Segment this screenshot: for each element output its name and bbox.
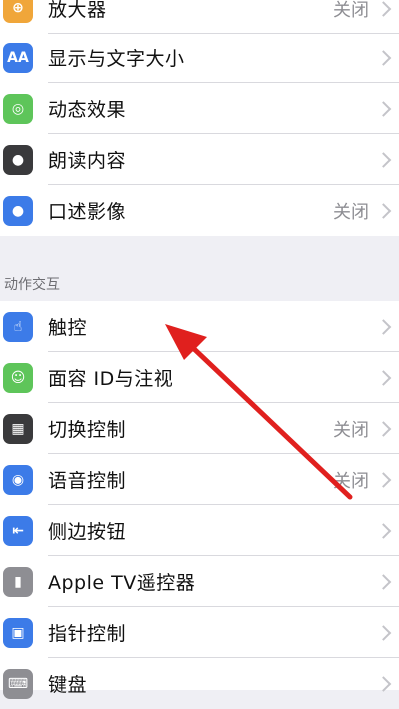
chevron-right-icon bbox=[375, 318, 392, 335]
row-label: 面容 ID与注视 bbox=[48, 368, 174, 390]
chevron-right-icon bbox=[375, 202, 392, 219]
row-label: 动态效果 bbox=[48, 99, 127, 121]
chevron-right-icon bbox=[375, 0, 392, 17]
row-value: 关闭 bbox=[333, 0, 369, 21]
row-label: 放大器 bbox=[48, 0, 107, 21]
row-value: 关闭 bbox=[333, 201, 369, 223]
row-value: 关闭 bbox=[333, 419, 369, 441]
voice-control-icon: ◉ bbox=[3, 464, 33, 495]
interaction-group: ☝ 触控 ☺ 面容 ID与注视 ▦ 切换控制 关闭 ◉ 语音控制 关闭 ⇤ 侧边… bbox=[0, 301, 399, 699]
row-label: Apple TV遥控器 bbox=[48, 572, 196, 594]
tv-remote-icon: ▮ bbox=[3, 566, 33, 597]
row-value: 关闭 bbox=[333, 470, 369, 492]
row-pointer-control[interactable]: ▣ 指针控制 bbox=[0, 607, 399, 658]
row-motion[interactable]: ◎ 动态效果 bbox=[0, 83, 399, 134]
hand-touch-icon: ☝ bbox=[3, 311, 33, 342]
keyboard-icon: ⌨ bbox=[3, 668, 33, 699]
chevron-right-icon bbox=[375, 522, 392, 539]
magnifier-icon: ⊕ bbox=[3, 0, 33, 23]
chevron-right-icon bbox=[375, 49, 392, 66]
row-touch[interactable]: ☝ 触控 bbox=[0, 301, 399, 352]
row-display-text-size[interactable]: AA 显示与文字大小 bbox=[0, 32, 399, 83]
text-size-icon: AA bbox=[3, 42, 33, 73]
chevron-right-icon bbox=[375, 151, 392, 168]
vision-group: ⊕ 放大器 关闭 AA 显示与文字大小 ◎ 动态效果 ● 朗读内容 ● 口述影像… bbox=[0, 0, 399, 236]
chevron-right-icon bbox=[375, 624, 392, 641]
row-label: 显示与文字大小 bbox=[48, 48, 185, 70]
chevron-right-icon bbox=[375, 573, 392, 590]
side-button-icon: ⇤ bbox=[3, 515, 33, 546]
row-spoken-content[interactable]: ● 朗读内容 bbox=[0, 134, 399, 185]
row-audio-description[interactable]: ● 口述影像 关闭 bbox=[0, 185, 399, 236]
motion-icon: ◎ bbox=[3, 93, 33, 124]
row-side-button[interactable]: ⇤ 侧边按钮 bbox=[0, 505, 399, 556]
row-label: 指针控制 bbox=[48, 623, 127, 645]
chevron-right-icon bbox=[375, 369, 392, 386]
row-label: 切换控制 bbox=[48, 419, 127, 441]
speech-bubble-icon: ● bbox=[3, 144, 33, 175]
row-apple-tv-remote[interactable]: ▮ Apple TV遥控器 bbox=[0, 556, 399, 607]
chevron-right-icon bbox=[375, 675, 392, 692]
row-label: 语音控制 bbox=[48, 470, 127, 492]
section-header: 动作交互 bbox=[4, 277, 60, 293]
row-label: 口述影像 bbox=[48, 201, 127, 223]
row-label: 触控 bbox=[48, 317, 88, 339]
row-voice-control[interactable]: ◉ 语音控制 关闭 bbox=[0, 454, 399, 505]
pointer-control-icon: ▣ bbox=[3, 617, 33, 648]
row-switch-control[interactable]: ▦ 切换控制 关闭 bbox=[0, 403, 399, 454]
face-id-icon: ☺ bbox=[3, 362, 33, 393]
row-keyboard[interactable]: ⌨ 键盘 bbox=[0, 658, 399, 709]
chevron-right-icon bbox=[375, 471, 392, 488]
chevron-right-icon bbox=[375, 100, 392, 117]
row-face-id[interactable]: ☺ 面容 ID与注视 bbox=[0, 352, 399, 403]
audio-description-icon: ● bbox=[3, 195, 33, 226]
row-label: 侧边按钮 bbox=[48, 521, 127, 543]
row-label: 朗读内容 bbox=[48, 150, 127, 172]
row-label: 键盘 bbox=[48, 674, 88, 696]
chevron-right-icon bbox=[375, 420, 392, 437]
switch-control-icon: ▦ bbox=[3, 413, 33, 444]
row-magnifier[interactable]: ⊕ 放大器 关闭 bbox=[0, 0, 399, 34]
